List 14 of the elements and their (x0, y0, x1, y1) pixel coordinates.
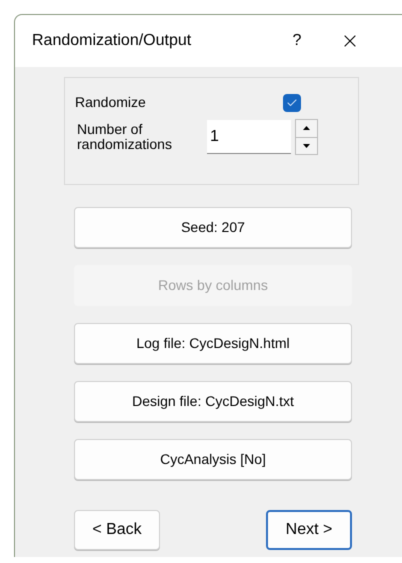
action-button[interactable]: Seed: 207 (74, 207, 352, 248)
randomizations-label: Number of randomizations (76, 122, 173, 152)
nav-button[interactable]: < Back (74, 510, 160, 550)
action-button[interactable]: Log file: CycDesigN.html (74, 323, 352, 364)
action-button[interactable]: Design file: CycDesigN.txt (74, 381, 352, 422)
action-button[interactable]: CycAnalysis [No] (74, 439, 352, 480)
spin-buttons[interactable] (295, 119, 318, 155)
randomize-label: Randomize (75, 93, 147, 112)
help-button[interactable]: ? (282, 29, 312, 53)
randomizations-field[interactable]: 1 (207, 120, 291, 154)
nav-button[interactable]: Next > (266, 510, 352, 550)
window-title: Randomization/Output (32, 31, 192, 51)
check-icon (286, 96, 298, 108)
randomize-checkbox[interactable] (283, 94, 301, 112)
